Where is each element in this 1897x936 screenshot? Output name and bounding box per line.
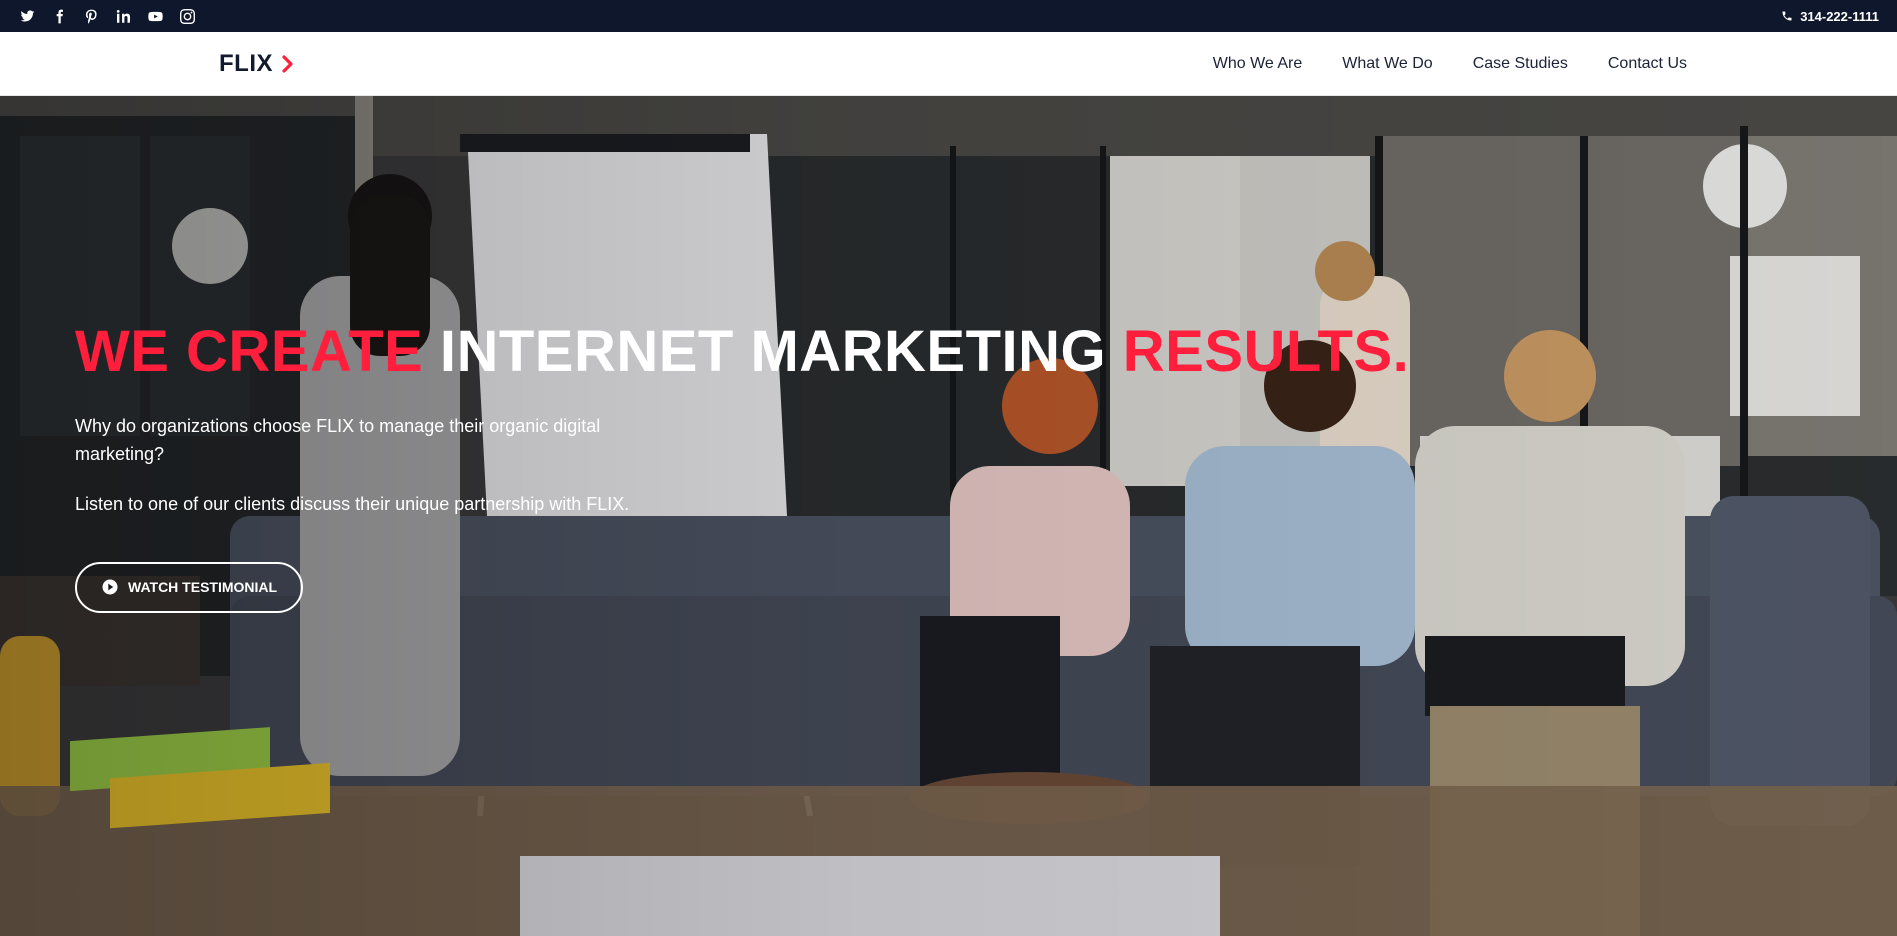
twitter-icon[interactable] xyxy=(18,7,36,25)
site-logo[interactable]: FLIX xyxy=(219,50,295,78)
social-links xyxy=(18,7,196,25)
youtube-icon[interactable] xyxy=(146,7,164,25)
linkedin-icon[interactable] xyxy=(114,7,132,25)
hero-headline: WE CREATE INTERNET MARKETING RESULTS. xyxy=(75,320,1475,384)
headline-part-1: WE CREATE xyxy=(75,319,424,384)
nav-item-case-studies[interactable]: Case Studies xyxy=(1473,55,1568,73)
main-nav: FLIX Who We Are What We Do Case Studies … xyxy=(0,32,1897,96)
logo-text: FLIX xyxy=(219,50,273,77)
phone-link[interactable]: 314-222-1111 xyxy=(1781,9,1879,24)
watch-testimonial-label: WATCH TESTIMONIAL xyxy=(128,579,278,596)
play-circle-icon xyxy=(102,579,118,595)
facebook-icon[interactable] xyxy=(50,7,68,25)
phone-icon xyxy=(1782,11,1792,21)
hero-content: WE CREATE INTERNET MARKETING RESULTS. Wh… xyxy=(75,320,1475,613)
instagram-icon[interactable] xyxy=(178,7,196,25)
phone-number: 314-222-1111 xyxy=(1800,8,1879,24)
nav-menu: Who We Are What We Do Case Studies Conta… xyxy=(1213,32,1687,96)
top-bar: 314-222-1111 xyxy=(0,0,1897,32)
nav-item-what-we-do[interactable]: What We Do xyxy=(1342,55,1432,73)
headline-part-2: INTERNET MARKETING xyxy=(439,319,1107,384)
pinterest-icon[interactable] xyxy=(82,7,100,25)
hero-paragraph-2: Listen to one of our clients discuss the… xyxy=(75,493,630,514)
headline-part-3: RESULTS. xyxy=(1122,319,1410,384)
hero-section: WE CREATE INTERNET MARKETING RESULTS. Wh… xyxy=(0,96,1897,936)
nav-item-contact-us[interactable]: Contact Us xyxy=(1608,55,1687,73)
watch-testimonial-button[interactable]: WATCH TESTIMONIAL xyxy=(75,561,304,613)
nav-item-who-we-are[interactable]: Who We Are xyxy=(1213,55,1303,73)
hero-paragraph-1: Why do organizations choose FLIX to mana… xyxy=(75,415,601,464)
chevron-right-icon xyxy=(282,55,293,73)
